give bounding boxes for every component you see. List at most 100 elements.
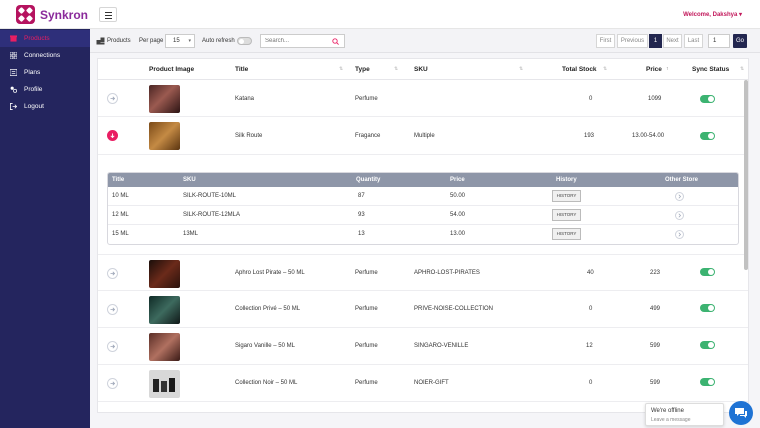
- toggle-knob: [708, 133, 714, 139]
- sync-status-toggle[interactable]: [700, 268, 715, 276]
- collapse-row-button[interactable]: [107, 130, 118, 141]
- chat-launcher-button[interactable]: [729, 401, 753, 425]
- row-price: 1099: [648, 96, 662, 102]
- arrow-right-icon: [110, 271, 116, 276]
- variant-quantity: 13: [358, 231, 365, 237]
- sync-status-toggle[interactable]: [700, 304, 715, 312]
- products-icon: [96, 37, 105, 45]
- variant-quantity: 93: [358, 212, 365, 218]
- sort-icon[interactable]: ⇅: [394, 66, 398, 72]
- sort-icon[interactable]: ⇅: [519, 66, 523, 72]
- product-thumbnail: [149, 296, 180, 324]
- hamburger-icon: [105, 12, 112, 13]
- history-button[interactable]: HISTORY: [552, 228, 581, 240]
- table-row: Collection Privé – 50 ML Perfume PRIVE-N…: [98, 291, 748, 328]
- row-stock: 193: [584, 133, 595, 139]
- sort-icon[interactable]: ⇅: [339, 66, 343, 72]
- other-store-button[interactable]: [675, 211, 684, 220]
- table-header: Product Image Title ⇅ Type ⇅ SKU ⇅ Total…: [98, 59, 748, 80]
- row-stock: 40: [587, 270, 594, 276]
- expand-row-button[interactable]: [107, 378, 118, 389]
- variant-title: 10 ML: [112, 193, 129, 199]
- header-price[interactable]: Price: [646, 66, 662, 73]
- auto-refresh-toggle[interactable]: [237, 37, 252, 45]
- chat-icon: [735, 408, 747, 418]
- sidebar-item-plans[interactable]: Plans: [0, 64, 90, 81]
- header-product-image: Product Image: [149, 66, 195, 73]
- sort-icon[interactable]: ⇅: [603, 66, 607, 72]
- sync-status-toggle[interactable]: [700, 95, 715, 103]
- variant-title: 12 ML: [112, 212, 129, 218]
- variant-quantity: 87: [358, 193, 365, 199]
- other-store-button[interactable]: [675, 192, 684, 201]
- history-button[interactable]: HISTORY: [552, 190, 581, 202]
- row-stock: 0: [589, 306, 593, 312]
- pagination-current-page[interactable]: 1: [649, 34, 662, 48]
- per-page-select[interactable]: 15 ▾: [165, 34, 195, 48]
- brand-name[interactable]: Synkron: [40, 8, 88, 22]
- variant-title: 15 ML: [112, 231, 129, 237]
- sync-status-toggle[interactable]: [700, 132, 715, 140]
- toggle-knob: [708, 96, 714, 102]
- search-icon[interactable]: [332, 38, 339, 45]
- search-input[interactable]: [261, 35, 327, 47]
- header-title[interactable]: Title: [235, 66, 248, 73]
- row-sku: APHRO-LOST-PIRATES: [414, 270, 480, 276]
- sidebar: Products Connections Plans Profile Logou…: [0, 29, 90, 428]
- row-title: Sigaro Vanille – 50 ML: [235, 343, 295, 349]
- table-row: Sigaro Vanille – 50 ML Perfume SINGARO-V…: [98, 328, 748, 365]
- variant-header-title: Title: [112, 177, 125, 183]
- sync-status-toggle[interactable]: [700, 378, 715, 386]
- expand-row-button[interactable]: [107, 268, 118, 279]
- sidebar-item-connections[interactable]: Connections: [0, 47, 90, 64]
- variant-sku: 13ML: [183, 231, 199, 237]
- header-total-stock[interactable]: Total Stock: [562, 66, 597, 73]
- main-content: Product Image Title ⇅ Type ⇅ SKU ⇅ Total…: [90, 53, 760, 428]
- variant-row: 10 ML SILK-ROUTE-10ML 87 50.00 HISTORY: [108, 187, 738, 206]
- sort-icon[interactable]: ⇅: [740, 66, 744, 72]
- welcome-user-menu[interactable]: Welcome, Dakshya ▾: [683, 11, 742, 18]
- pagination-first-button[interactable]: First: [596, 34, 615, 48]
- variant-sku: SILK-ROUTE-12MLA: [183, 212, 241, 218]
- product-thumbnail: [149, 370, 180, 398]
- hamburger-menu-button[interactable]: [99, 7, 117, 22]
- row-title: Katana: [235, 96, 255, 102]
- row-sku: SINGARO-VENILLE: [414, 343, 469, 349]
- expand-row-button[interactable]: [107, 304, 118, 315]
- expand-row-button[interactable]: [107, 341, 118, 352]
- header-type[interactable]: Type: [355, 66, 370, 73]
- section-title: Products: [107, 38, 131, 44]
- sort-ascending-icon[interactable]: ↑: [666, 66, 669, 72]
- row-type: Perfume: [355, 380, 378, 386]
- sidebar-item-logout[interactable]: Logout: [0, 98, 90, 115]
- expand-row-button[interactable]: [107, 93, 118, 104]
- go-button[interactable]: Go: [733, 34, 747, 48]
- variant-header-quantity: Quantity: [356, 177, 381, 183]
- pagination-previous-button[interactable]: Previous: [617, 34, 648, 48]
- variant-header-sku: SKU: [183, 177, 196, 183]
- row-stock: 12: [586, 343, 593, 349]
- logout-icon: [10, 103, 17, 110]
- variants-subtable: Title SKU Quantity Price History Other S…: [107, 172, 739, 245]
- sidebar-item-label: Profile: [24, 86, 43, 93]
- bottles-graphic: [153, 378, 175, 392]
- top-header: Synkron Welcome, Dakshya ▾: [0, 0, 760, 29]
- product-thumbnail: [149, 122, 180, 150]
- table-scrollbar[interactable]: [744, 80, 748, 270]
- pagination-next-button[interactable]: Next: [663, 34, 682, 48]
- synkron-logo-icon[interactable]: [16, 5, 35, 24]
- chat-offline-card[interactable]: We're offline Leave a message: [645, 403, 724, 426]
- sidebar-item-profile[interactable]: Profile: [0, 81, 90, 98]
- sidebar-item-products[interactable]: Products: [0, 30, 90, 47]
- chat-leave-message[interactable]: Leave a message: [651, 417, 690, 423]
- arrow-right-icon: [110, 307, 116, 312]
- header-sku[interactable]: SKU: [414, 66, 428, 73]
- other-store-button[interactable]: [675, 230, 684, 239]
- pagination-last-button[interactable]: Last: [684, 34, 703, 48]
- sidebar-item-label: Products: [24, 35, 50, 42]
- sync-status-toggle[interactable]: [700, 341, 715, 349]
- history-button[interactable]: HISTORY: [552, 209, 581, 221]
- page-number-input[interactable]: 1: [708, 34, 730, 48]
- row-sku: PRIVE-NOISE-COLLECTION: [414, 306, 494, 312]
- table-row: Aphro Lost Pirate – 50 ML Perfume APHRO-…: [98, 254, 748, 291]
